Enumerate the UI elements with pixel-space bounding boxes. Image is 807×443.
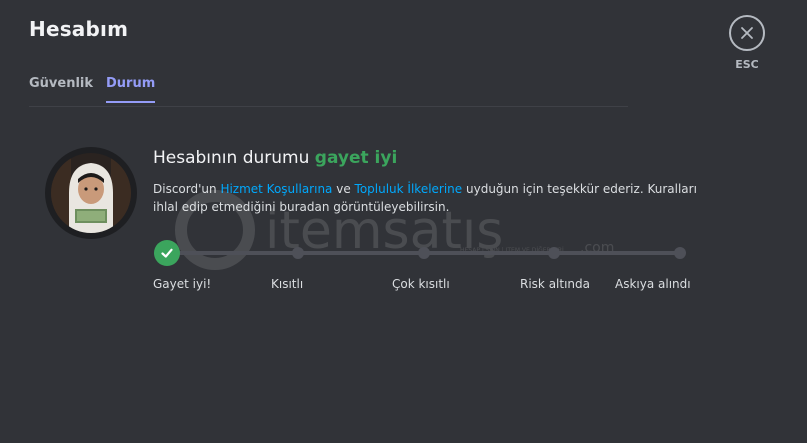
level-dot-restricted xyxy=(292,247,304,259)
level-label-restricted: Kısıtlı xyxy=(271,277,304,291)
account-status-page: Hesabım Güvenlik Durum ESC Hesabının dur… xyxy=(0,0,807,443)
close-control[interactable]: ESC xyxy=(729,15,765,87)
avatar xyxy=(45,147,137,239)
status-description: Discord'un Hizmet Koşullarına ve Toplulu… xyxy=(153,180,698,216)
tab-bar: Güvenlik Durum xyxy=(29,76,628,107)
level-label-good: Gayet iyi! xyxy=(153,277,212,291)
close-icon xyxy=(741,27,753,39)
desc-text-2: ve xyxy=(332,182,355,196)
desc-text-1: Discord'un xyxy=(153,182,221,196)
close-button-label: ESC xyxy=(735,58,759,71)
status-heading-value: gayet iyi xyxy=(314,148,398,168)
check-icon xyxy=(161,248,173,258)
terms-of-service-link[interactable]: Hizmet Koşullarına xyxy=(220,182,332,196)
level-dot-at-risk xyxy=(548,247,560,259)
level-label-very-restricted: Çok kısıtlı xyxy=(392,277,450,291)
level-marker-current xyxy=(154,240,180,266)
level-label-at-risk: Risk altında xyxy=(520,277,590,291)
level-dot-very-restricted xyxy=(418,247,430,259)
page-title: Hesabım xyxy=(29,17,129,41)
tab-security[interactable]: Güvenlik xyxy=(29,76,93,101)
level-label-suspended: Askıya alındı xyxy=(615,277,691,291)
status-heading: Hesabının durumu gayet iyi xyxy=(153,148,397,168)
level-dot-suspended xyxy=(674,247,686,259)
close-button[interactable] xyxy=(729,15,765,51)
avatar-image xyxy=(51,153,131,233)
status-heading-prefix: Hesabının durumu xyxy=(153,148,315,168)
tab-status[interactable]: Durum xyxy=(106,76,156,103)
community-guidelines-link[interactable]: Topluluk İlkelerine xyxy=(355,182,463,196)
